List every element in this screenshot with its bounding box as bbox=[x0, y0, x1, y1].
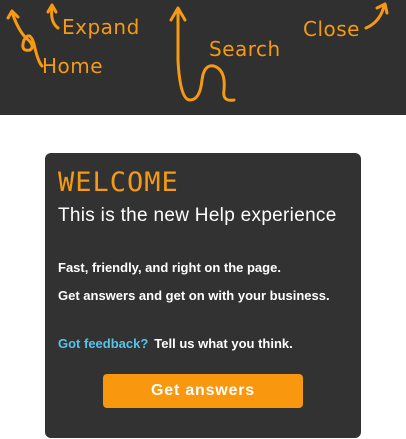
feedback-text: Tell us what you think. bbox=[154, 336, 293, 351]
close-arrow-icon bbox=[364, 4, 386, 30]
feedback-row: Got feedback? Tell us what you think. bbox=[58, 336, 293, 351]
get-answers-button[interactable]: Get answers bbox=[103, 374, 303, 408]
close-guide-label: Close bbox=[303, 17, 360, 41]
annotation-band: Expand Home Search Close bbox=[0, 0, 406, 115]
welcome-card: WELCOME This is the new Help experience … bbox=[45, 153, 361, 438]
welcome-headline: This is the new Help experience bbox=[58, 205, 337, 226]
welcome-heading: WELCOME bbox=[58, 167, 179, 198]
feedback-link[interactable]: Got feedback? bbox=[58, 336, 148, 351]
home-arrow-icon bbox=[10, 10, 44, 68]
intro-line-2: Get answers and get on with your busines… bbox=[58, 288, 330, 303]
expand-guide-label: Expand bbox=[62, 15, 140, 39]
home-guide-label: Home bbox=[42, 54, 104, 78]
intro-line-1: Fast, friendly, and right on the page. bbox=[58, 260, 281, 275]
search-guide-label: Search bbox=[209, 37, 281, 61]
